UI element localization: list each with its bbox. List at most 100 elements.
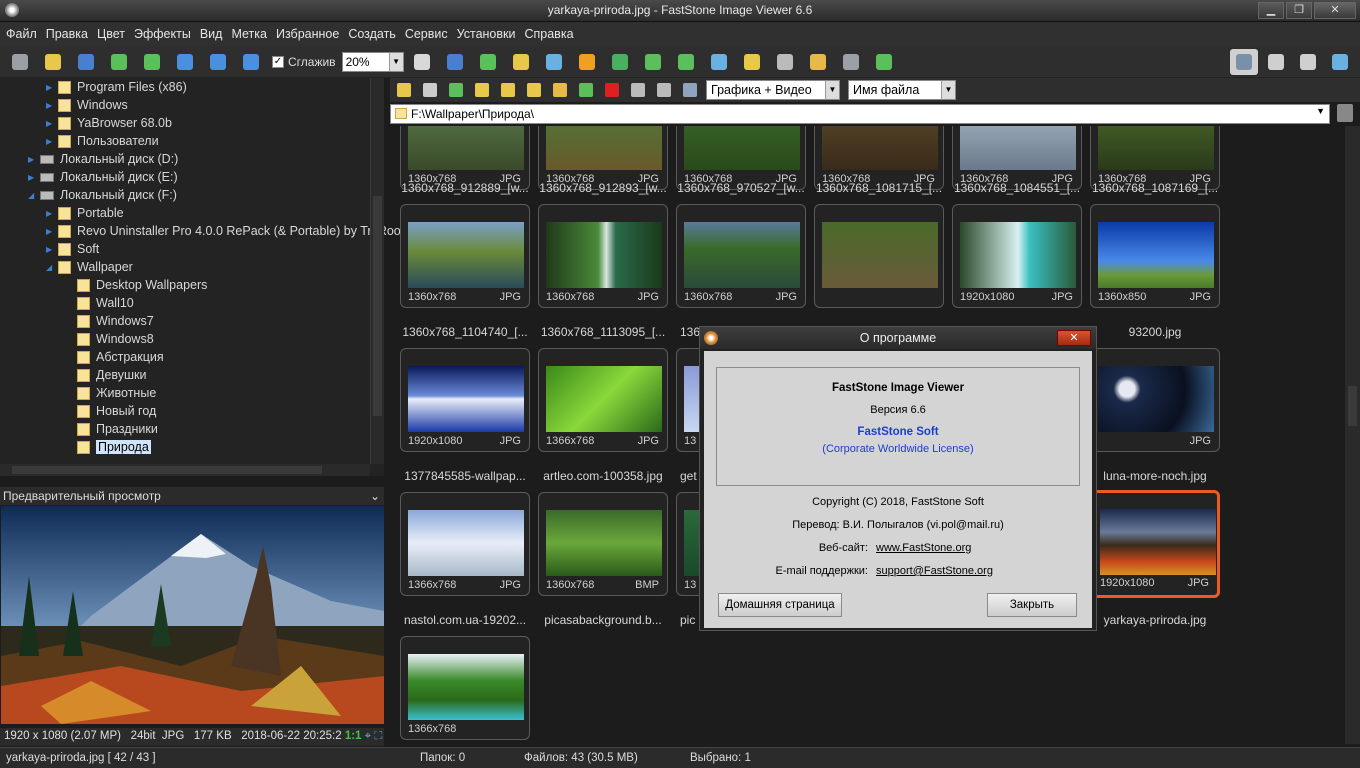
scroll-thumb[interactable] — [373, 196, 382, 416]
tree-item[interactable]: ▶ Windows — [46, 96, 128, 114]
expand-icon[interactable]: ▶ — [46, 101, 54, 110]
clipboard-icon[interactable] — [1337, 104, 1353, 122]
thumbnail[interactable] — [814, 204, 944, 308]
copy-icon[interactable] — [550, 80, 572, 100]
website-link[interactable]: www.FastStone.org — [876, 542, 971, 554]
zoom-select[interactable]: 20% ▼ — [341, 51, 404, 72]
person-icon[interactable] — [606, 49, 634, 75]
thumbnail[interactable]: 1360x768 BMP — [538, 492, 668, 596]
select-all-icon[interactable] — [628, 80, 650, 100]
tree-item[interactable]: Девушки — [77, 366, 147, 384]
wallpaper-icon[interactable] — [870, 49, 898, 75]
layout-thumbnails-icon[interactable] — [1230, 49, 1258, 75]
zoom-ratio[interactable]: 1:1 — [345, 730, 362, 742]
menu-view[interactable]: Вид — [200, 27, 223, 41]
collapse-icon[interactable]: ◢ — [28, 191, 36, 200]
chevron-down-icon[interactable]: ▼ — [1316, 106, 1325, 116]
rotate-right-icon[interactable] — [672, 49, 700, 75]
homepage-button[interactable]: Домашняя страница — [718, 593, 842, 617]
thumbnail[interactable]: JPG — [1090, 348, 1220, 452]
menu-favorites[interactable]: Избранное — [276, 27, 339, 41]
forward-icon[interactable] — [420, 80, 442, 100]
tree-item[interactable]: ▶ Portable — [46, 204, 124, 222]
tree-item[interactable]: Абстракция — [77, 348, 164, 366]
delete-icon[interactable] — [602, 80, 624, 100]
close-window-button[interactable]: ✕ — [1314, 2, 1356, 19]
menu-help[interactable]: Справка — [524, 27, 573, 41]
tree-item[interactable]: ▶ Пользователи — [46, 132, 159, 150]
resize-icon[interactable] — [540, 49, 568, 75]
fit-icon[interactable]: ⌖ — [365, 730, 371, 742]
smooth-check-icon[interactable]: ✓ — [272, 55, 284, 68]
tree-item[interactable]: ◢ Локальный диск (F:) — [28, 186, 177, 204]
menu-file[interactable]: Файл — [6, 27, 37, 41]
acquire-icon[interactable] — [6, 49, 34, 75]
thumbnail-size-icon[interactable] — [654, 80, 676, 100]
chevron-down-icon[interactable]: ▼ — [941, 81, 955, 99]
tree-item[interactable]: ▶ Локальный диск (D:) — [28, 150, 178, 168]
email-icon[interactable] — [804, 49, 832, 75]
tree-item[interactable]: Животные — [77, 384, 156, 402]
actual-size-icon[interactable] — [237, 49, 265, 75]
thumbnail[interactable]: 1360x850 JPG — [1090, 204, 1220, 308]
email-link[interactable]: support@FastStone.org — [876, 565, 993, 577]
menu-edit[interactable]: Правка — [46, 27, 88, 41]
hand-tool-icon[interactable] — [408, 49, 436, 75]
crop-icon[interactable] — [507, 49, 535, 75]
compare-icon[interactable] — [738, 49, 766, 75]
chevron-down-icon[interactable]: ▼ — [825, 81, 839, 99]
scroll-thumb[interactable] — [12, 466, 322, 474]
expand-icon[interactable]: ▶ — [46, 119, 54, 128]
fullscreen-icon[interactable] — [1326, 49, 1354, 75]
flip-icon[interactable] — [705, 49, 733, 75]
slideshow-icon[interactable] — [441, 49, 469, 75]
expand-icon[interactable]: ▶ — [46, 83, 54, 92]
minimize-button[interactable]: ▁ — [1258, 2, 1284, 19]
scan-icon[interactable] — [771, 49, 799, 75]
copy-to-icon[interactable] — [474, 49, 502, 75]
up-folder-icon[interactable] — [446, 80, 468, 100]
expand-icon[interactable]: ▶ — [28, 155, 36, 164]
menu-tools[interactable]: Сервис — [405, 27, 448, 41]
color-adjust-icon[interactable] — [573, 49, 601, 75]
collapse-icon[interactable]: ◢ — [46, 263, 54, 272]
print-icon[interactable] — [837, 49, 865, 75]
refresh-folder-icon[interactable] — [472, 80, 494, 100]
zoom-in-icon[interactable] — [171, 49, 199, 75]
new-folder-icon[interactable] — [498, 80, 520, 100]
tree-item[interactable]: Desktop Wallpapers — [77, 276, 207, 294]
chevron-down-icon[interactable]: ▼ — [388, 52, 403, 71]
tree-horizontal-scrollbar[interactable] — [0, 464, 370, 476]
tree-item-selected[interactable]: Природа — [77, 438, 151, 456]
tree-item[interactable]: ▶ Program Files (x86) — [46, 78, 187, 96]
layout-preview-icon[interactable] — [1262, 49, 1290, 75]
collapse-chevron-icon[interactable]: ⌄ — [370, 489, 380, 503]
menu-settings[interactable]: Установки — [457, 27, 516, 41]
tree-item[interactable]: Новый год — [77, 402, 156, 420]
tree-item[interactable]: ▶ Revo Uninstaller Pro 4.0.0 RePack (& Po… — [46, 222, 411, 240]
thumbnail[interactable]: 1360x768 JPG — [676, 204, 806, 308]
list-view-icon[interactable] — [680, 80, 702, 100]
zoom-out-icon[interactable] — [204, 49, 232, 75]
thumbnail-selected[interactable]: 1920x1080 JPG — [1090, 490, 1220, 598]
sort-select[interactable]: Имя файла ▼ — [848, 80, 956, 100]
close-button[interactable]: Закрыть — [987, 593, 1077, 617]
tree-vertical-scrollbar[interactable] — [370, 78, 384, 464]
menu-create[interactable]: Создать — [348, 27, 396, 41]
next-icon[interactable] — [138, 49, 166, 75]
previous-icon[interactable] — [105, 49, 133, 75]
maximize-button[interactable]: ❐ — [1286, 2, 1312, 19]
tree-item[interactable]: ◢ Wallpaper — [46, 258, 133, 276]
expand-icon[interactable]: ▶ — [46, 137, 54, 146]
tree-item[interactable]: ▶ Локальный диск (E:) — [28, 168, 178, 186]
tree-item[interactable]: ▶ Soft — [46, 240, 99, 258]
menu-effects[interactable]: Эффекты — [134, 27, 191, 41]
expand-icon[interactable]: ▶ — [46, 227, 54, 236]
fullscreen-preview-icon[interactable]: ⛶ — [374, 730, 382, 742]
thumbnail[interactable]: 1366x768 JPG — [538, 348, 668, 452]
save-icon[interactable] — [72, 49, 100, 75]
thumbnail[interactable]: 1920x1080 JPG — [400, 348, 530, 452]
favorites-folder-icon[interactable] — [524, 80, 546, 100]
tree-item[interactable]: Wall10 — [77, 294, 134, 312]
grid-vertical-scrollbar[interactable] — [1345, 126, 1360, 744]
